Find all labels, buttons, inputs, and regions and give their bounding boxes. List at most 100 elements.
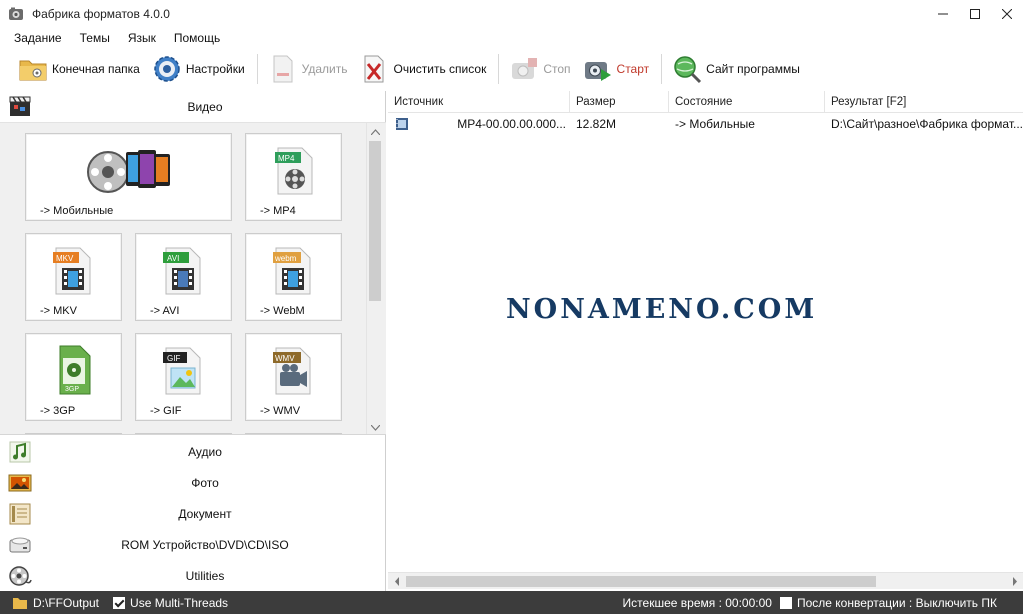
mp4-badge-text: MP4 xyxy=(278,154,295,163)
toolbar: Конечная папка Настройки Удалить Очистит… xyxy=(0,50,1023,88)
category-utilities-label: Utilities xyxy=(185,568,225,583)
webm-file-icon: webm xyxy=(273,247,311,295)
category-document[interactable]: Документ xyxy=(0,498,386,529)
column-status[interactable]: Состояние xyxy=(669,91,825,113)
menu-task[interactable]: Задание xyxy=(12,31,64,45)
app-icon xyxy=(9,7,23,20)
category-audio[interactable]: Аудио xyxy=(0,436,386,467)
maximize-button[interactable] xyxy=(959,0,991,28)
video-clapper-icon xyxy=(9,96,31,116)
scroll-right-arrow[interactable] xyxy=(1006,573,1023,590)
task-list-horizontal-scrollbar[interactable] xyxy=(388,572,1023,589)
scroll-up-arrow[interactable] xyxy=(367,123,384,140)
photo-icon xyxy=(8,474,32,491)
category-document-label: Документ xyxy=(178,506,232,521)
after-convert-text: После конвертации : Выключить ПК xyxy=(796,595,997,610)
settings-button[interactable]: Настройки xyxy=(148,52,249,86)
format-tile-wmv[interactable]: WMV -> WMV xyxy=(245,333,342,421)
format-tile-mobile[interactable]: -> Мобильные xyxy=(25,133,232,221)
stop-button[interactable]: Стоп xyxy=(505,52,574,86)
status-cell: -> Мобильные xyxy=(675,117,755,131)
gif-badge-text: GIF xyxy=(167,354,180,363)
category-photo-label: Фото xyxy=(191,475,219,490)
menu-language[interactable]: Язык xyxy=(126,31,158,45)
source-cell: MP4-00.00.00.000... xyxy=(457,117,566,131)
format-tile-mp4[interactable]: MP4 -> MP4 xyxy=(245,133,342,221)
scroll-thumb[interactable] xyxy=(369,141,381,301)
avi-file-icon: AVI xyxy=(163,247,201,295)
category-rom-device[interactable]: ROM Устройство\DVD\CD\ISO xyxy=(0,529,386,560)
format-tile-partial[interactable] xyxy=(25,433,122,434)
scroll-left-arrow[interactable] xyxy=(388,573,405,590)
stop-icon xyxy=(512,58,538,79)
chevron-right-icon xyxy=(1012,577,1017,586)
after-convert-checkbox[interactable] xyxy=(779,596,792,609)
menu-help[interactable]: Помощь xyxy=(172,31,222,45)
folder-icon xyxy=(19,60,47,81)
toolbar-separator xyxy=(661,54,663,84)
column-source[interactable]: Источник xyxy=(388,91,570,113)
audio-note-icon xyxy=(9,441,31,462)
format-tile-label: -> 3GP xyxy=(40,405,76,417)
category-utilities[interactable]: Utilities xyxy=(0,560,386,591)
stop-label: Стоп xyxy=(543,62,571,76)
mkv-badge-text: MKV xyxy=(56,254,74,263)
status-bar: D:\FFOutput Use Multi-Threads Истекшее в… xyxy=(0,591,1023,614)
format-tile-partial[interactable] xyxy=(245,433,342,434)
category-photo[interactable]: Фото xyxy=(0,467,386,498)
wmv-badge-text: WMV xyxy=(275,354,295,363)
close-icon xyxy=(1002,9,1012,19)
format-tile-mkv[interactable]: MKV -> MKV xyxy=(25,233,122,321)
column-size[interactable]: Размер xyxy=(570,91,669,113)
format-tile-gif[interactable]: GIF -> GIF xyxy=(135,333,232,421)
menu-themes[interactable]: Темы xyxy=(78,31,112,45)
video-format-grid: -> Мобильные MP4 -> MP4 MKV -> MKV AVI -… xyxy=(0,122,386,435)
delete-button[interactable]: Удалить xyxy=(264,52,352,86)
column-result[interactable]: Результат [F2] xyxy=(825,91,1023,113)
format-tile-label: -> MP4 xyxy=(260,205,296,217)
table-row[interactable]: MP4-00.00.00.000... 12.82M -> Мобильные … xyxy=(388,114,1023,134)
settings-label: Настройки xyxy=(185,62,245,76)
format-tile-webm[interactable]: webm -> WebM xyxy=(245,233,342,321)
status-right-group: Истекшее время : 00:00:00 После конверта… xyxy=(623,596,997,610)
start-button[interactable]: Старт xyxy=(579,52,654,86)
format-tile-label: -> WMV xyxy=(260,405,301,417)
wmv-file-icon: WMV xyxy=(273,347,311,395)
output-path-text[interactable]: D:\FFOutput xyxy=(33,596,99,610)
minimize-button[interactable] xyxy=(927,0,959,28)
size-cell: 12.82M xyxy=(576,117,617,131)
category-video-label: Видео xyxy=(187,99,223,114)
scroll-down-arrow[interactable] xyxy=(367,419,384,434)
mobile-devices-icon xyxy=(87,150,170,193)
format-tile-avi[interactable]: AVI -> AVI xyxy=(135,233,232,321)
start-camera-icon xyxy=(584,62,611,81)
window-title: Фабрика форматов 4.0.0 xyxy=(32,7,170,21)
format-tile-3gp[interactable]: 3GP -> 3GP xyxy=(25,333,122,421)
menu-bar: Задание Темы Язык Помощь xyxy=(0,28,1023,48)
category-rom-device-label: ROM Устройство\DVD\CD\ISO xyxy=(121,537,289,552)
multithread-checkbox[interactable] xyxy=(113,596,126,609)
3gp-file-icon: 3GP xyxy=(59,345,91,395)
category-video[interactable]: Видео xyxy=(0,91,386,122)
elapsed-time-text: Истекшее время : 00:00:00 xyxy=(622,595,772,610)
webm-badge-text: webm xyxy=(274,254,297,263)
title-bar: Фабрика форматов 4.0.0 xyxy=(0,0,1023,28)
format-tile-partial[interactable] xyxy=(135,433,232,434)
window-controls xyxy=(927,0,1023,28)
format-tile-label: -> AVI xyxy=(150,305,180,317)
gif-file-icon: GIF xyxy=(163,347,201,395)
clear-list-button[interactable]: Очистить список xyxy=(355,52,490,86)
scroll-thumb[interactable] xyxy=(406,576,876,587)
minimize-icon xyxy=(938,13,948,15)
chevron-down-icon xyxy=(371,424,380,431)
avi-badge-text: AVI xyxy=(167,254,179,263)
format-tile-label: -> WebM xyxy=(260,305,305,317)
delete-document-icon xyxy=(273,55,293,83)
category-panel: Видео -> Мобильные MP4 -> MP4 MKV -> MKV… xyxy=(0,91,386,591)
website-button[interactable]: Сайт программы xyxy=(668,52,804,86)
output-folder-button[interactable]: Конечная папка xyxy=(14,52,144,86)
grid-vertical-scrollbar[interactable] xyxy=(366,123,384,434)
close-button[interactable] xyxy=(991,0,1023,28)
output-folder-label: Конечная папка xyxy=(52,62,140,76)
toolbar-separator xyxy=(256,54,258,84)
